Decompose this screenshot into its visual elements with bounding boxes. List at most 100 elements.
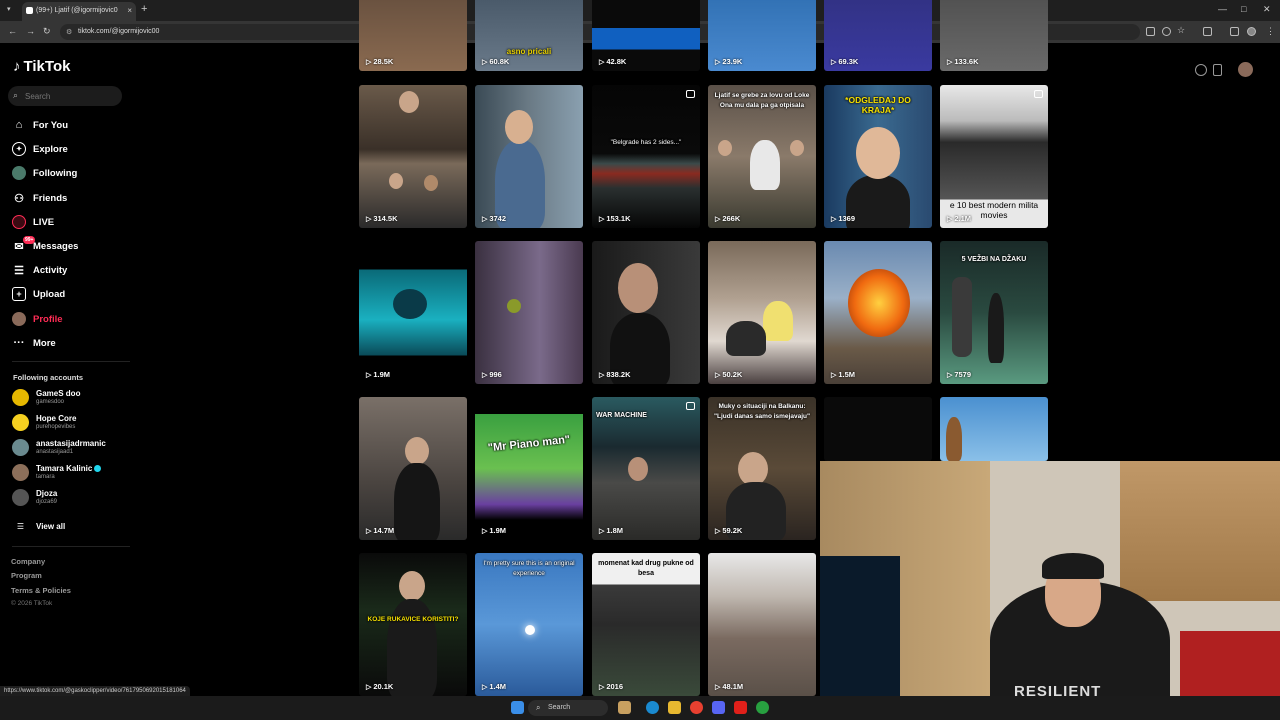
tab-close-icon[interactable]: × bbox=[127, 6, 132, 15]
video-tile[interactable]: momenat kad drug pukne od besa 2016 bbox=[592, 553, 700, 696]
forward-icon[interactable]: → bbox=[26, 26, 35, 36]
person-thumbnail bbox=[628, 457, 648, 481]
view-count: 1.8M bbox=[599, 526, 623, 535]
video-tile[interactable]: Muky o situaciji na Balkanu: "Ljudi dana… bbox=[708, 397, 816, 540]
sidepanel-icon[interactable] bbox=[1230, 27, 1239, 36]
file-explorer-icon[interactable] bbox=[668, 701, 681, 714]
minimize-icon[interactable]: — bbox=[1218, 4, 1227, 14]
sidebar-item-label: Profile bbox=[33, 313, 63, 325]
video-tile[interactable]: 28.5K bbox=[359, 0, 467, 71]
sidebar-item-upload[interactable]: + Upload bbox=[12, 285, 65, 303]
video-tile[interactable]: e 10 best modern milita movies 2.1M bbox=[940, 85, 1048, 228]
following-account[interactable]: GameS doo gamesdoo bbox=[12, 387, 80, 407]
profile-avatar-icon[interactable] bbox=[1247, 27, 1256, 36]
video-tile[interactable]: 3742 bbox=[475, 85, 583, 228]
video-tile[interactable] bbox=[940, 397, 1048, 461]
video-tile[interactable]: 1.5M bbox=[824, 241, 932, 384]
discord-icon[interactable] bbox=[712, 701, 725, 714]
sidebar-item-more[interactable]: ··· More bbox=[12, 334, 56, 352]
start-icon[interactable] bbox=[511, 701, 524, 714]
view-count: 3742 bbox=[482, 214, 506, 223]
video-tile[interactable]: 133.6K bbox=[940, 0, 1048, 71]
video-tile[interactable]: "Belgrade has 2 sides..." 153.1K bbox=[592, 85, 700, 228]
maximize-icon[interactable]: □ bbox=[1241, 4, 1246, 14]
video-tile[interactable]: KOJE RUKAVICE KORISTITI? 20.1K bbox=[359, 553, 467, 696]
sidebar-item-live[interactable]: LIVE bbox=[12, 213, 54, 231]
video-tile[interactable]: 50.2K bbox=[708, 241, 816, 384]
widget-icon[interactable] bbox=[618, 701, 631, 714]
sidebar-item-activity[interactable]: ☰ Activity bbox=[12, 261, 67, 279]
coins-icon[interactable] bbox=[1195, 64, 1207, 76]
home-icon: ⌂ bbox=[15, 119, 23, 131]
video-caption: asno pricali bbox=[506, 47, 552, 56]
zoom-icon[interactable] bbox=[1162, 27, 1171, 36]
cast-icon[interactable] bbox=[1146, 27, 1155, 36]
video-tile[interactable]: 314.5K bbox=[359, 85, 467, 228]
view-count: 2016 bbox=[599, 682, 623, 691]
sidebar-item-messages[interactable]: ✉ 99+ Messages bbox=[12, 236, 79, 255]
view-count: 42.8K bbox=[599, 57, 626, 66]
pinned-icon bbox=[1034, 90, 1043, 98]
new-tab-button[interactable]: + bbox=[141, 3, 147, 15]
video-tile[interactable]: 42.8K bbox=[592, 0, 700, 71]
video-tile[interactable] bbox=[824, 397, 932, 461]
video-tile[interactable]: 996 bbox=[475, 241, 583, 384]
video-caption: "Mr Piano man" bbox=[487, 433, 571, 455]
view-count: 838.2K bbox=[599, 370, 630, 379]
video-tile[interactable]: 23.9K bbox=[708, 0, 816, 71]
video-caption: Muky o situaciji na Balkanu: "Ljudi dana… bbox=[713, 403, 811, 420]
tab-search-icon[interactable]: ▾ bbox=[7, 5, 11, 13]
video-tile[interactable]: 838.2K bbox=[592, 241, 700, 384]
chrome-profile-icon[interactable] bbox=[756, 701, 769, 714]
extensions-icon[interactable] bbox=[1203, 27, 1212, 36]
following-account[interactable]: Djoza djoza69 bbox=[12, 487, 57, 507]
video-tile[interactable]: 48.1M bbox=[708, 553, 816, 696]
sidebar-item-friends[interactable]: ⚇ Friends bbox=[12, 189, 67, 207]
taskbar-search[interactable]: ⌕ Search bbox=[528, 700, 608, 716]
person-thumbnail bbox=[718, 140, 732, 156]
sidebar-item-for-you[interactable]: ⌂ For You bbox=[12, 116, 68, 134]
reload-icon[interactable]: ↻ bbox=[43, 26, 51, 37]
view-count: 1.9M bbox=[366, 370, 390, 379]
divider bbox=[12, 361, 130, 362]
tiktok-logo[interactable]: ♪ TikTok bbox=[13, 58, 70, 75]
device-icon[interactable] bbox=[1213, 64, 1222, 76]
person-thumbnail bbox=[399, 571, 425, 601]
footer-link-terms[interactable]: Terms & Policies bbox=[11, 586, 71, 595]
sun-thumbnail bbox=[525, 625, 535, 635]
chrome-icon[interactable] bbox=[690, 701, 703, 714]
site-info-icon[interactable]: ⚙ bbox=[66, 28, 72, 36]
video-tile[interactable]: *ODGLEDAJ DO KRAJA* 1369 bbox=[824, 85, 932, 228]
messages-icon: ✉ 99+ bbox=[14, 236, 36, 253]
following-account[interactable]: Tamara Kalinic tamara bbox=[12, 462, 102, 482]
following-account[interactable]: Hope Core purehopevibes bbox=[12, 412, 76, 432]
sidebar-item-label: Messages bbox=[33, 240, 79, 252]
edge-icon[interactable] bbox=[646, 701, 659, 714]
video-caption: "Belgrade has 2 sides..." bbox=[610, 139, 682, 146]
video-tile[interactable]: 5 VEŽBI NA DŽAKU 7579 bbox=[940, 241, 1048, 384]
following-account[interactable]: anastasijadrmanic anastasijaad1 bbox=[12, 437, 106, 457]
back-icon[interactable]: ← bbox=[8, 26, 17, 36]
account-name: Djoza bbox=[36, 488, 58, 498]
video-tile[interactable]: asno pricali60.8K bbox=[475, 0, 583, 71]
video-tile[interactable]: WAR MACHINE 1.8M bbox=[592, 397, 700, 540]
video-tile[interactable]: I'm pretty sure this is an original expe… bbox=[475, 553, 583, 696]
app-icon[interactable] bbox=[734, 701, 747, 714]
bookmark-star-icon[interactable]: ☆ bbox=[1177, 25, 1185, 36]
sidebar-item-following[interactable]: Following bbox=[12, 164, 77, 182]
video-tile[interactable]: 69.3K bbox=[824, 0, 932, 71]
sidebar-item-explore[interactable]: ✦ Explore bbox=[12, 140, 68, 158]
video-tile[interactable]: Ljatif se grebe za lovu od Loke Ona mu d… bbox=[708, 85, 816, 228]
user-avatar[interactable] bbox=[1238, 62, 1253, 77]
sidebar-item-profile[interactable]: Profile bbox=[12, 310, 63, 328]
close-window-icon[interactable]: ✕ bbox=[1263, 4, 1271, 15]
menu-dots-icon[interactable]: ⋮ bbox=[1266, 26, 1275, 37]
view-all-link[interactable]: ☰ View all bbox=[12, 516, 65, 536]
search-input[interactable]: ⌕ Search bbox=[8, 86, 122, 106]
video-tile[interactable]: 1.9M bbox=[359, 241, 467, 384]
video-tile[interactable]: 14.7M bbox=[359, 397, 467, 540]
footer-link-program[interactable]: Program bbox=[11, 571, 42, 580]
video-tile[interactable]: "Mr Piano man" 1.9M bbox=[475, 397, 583, 540]
footer-link-company[interactable]: Company bbox=[11, 557, 45, 566]
browser-tab[interactable]: (99+) Ljatif (@igormijovic0 × bbox=[22, 2, 136, 21]
